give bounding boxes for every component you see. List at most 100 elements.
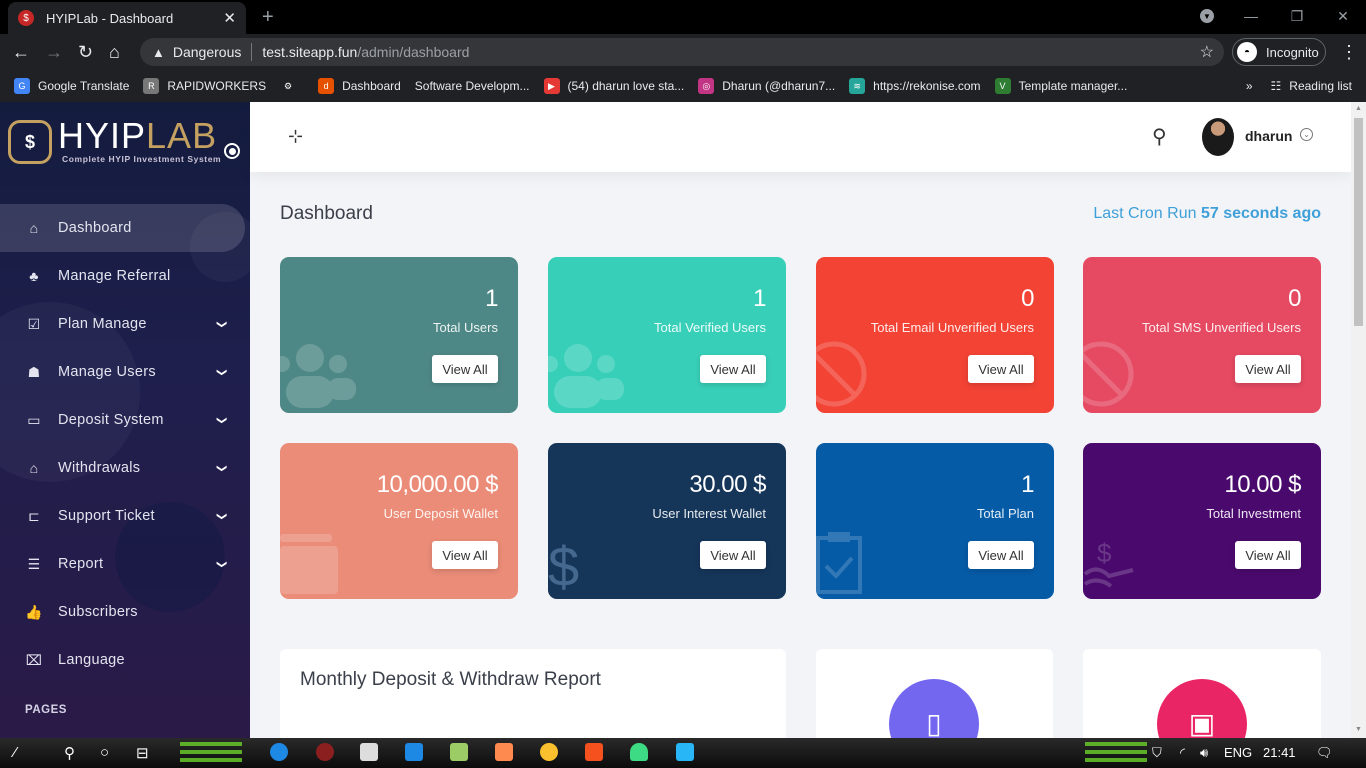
system-clock[interactable]: 21:41 — [1263, 745, 1296, 760]
incognito-profile-button[interactable]: ◓ Incognito — [1232, 38, 1326, 66]
notepad-icon[interactable] — [450, 743, 468, 761]
ticket-icon: ⊏ — [27, 507, 41, 524]
tab-title: HYIPLab - Dashboard — [46, 10, 174, 26]
bookmark-item[interactable]: ◎ Dharun (@dharun7... — [698, 78, 835, 94]
user-menu-chevron-icon[interactable]: ⌄ — [1300, 128, 1313, 141]
sidebar-item-report[interactable]: ☰ Report ❯ — [0, 540, 250, 588]
window-close-button[interactable]: ✕ — [1320, 0, 1366, 32]
reload-icon[interactable]: ↻ — [78, 42, 93, 62]
taskbar-search-icon[interactable]: ⚲ — [64, 744, 75, 762]
bookmark-item[interactable]: ⚙ — [280, 78, 304, 94]
stat-card-total-verified-users: 1 Total Verified Users View All — [548, 257, 786, 413]
bookmarks-overflow-icon[interactable]: » — [1246, 79, 1253, 93]
view-all-button[interactable]: View All — [700, 541, 766, 569]
wifi-icon[interactable]: ◜ — [1180, 745, 1185, 761]
cortana-icon[interactable]: ○ — [100, 744, 109, 761]
browser-menu-icon[interactable]: ⋮ — [1340, 42, 1358, 63]
ban-icon — [816, 338, 876, 413]
browser-tab-bar: $ HYIPLab - Dashboard ✕ + ▼ — ❐ ✕ — [0, 0, 1366, 34]
user-avatar[interactable] — [1202, 118, 1234, 156]
chevron-down-icon[interactable]: ❯ — [216, 416, 227, 425]
view-all-button[interactable]: View All — [1235, 541, 1301, 569]
app-icon[interactable] — [316, 743, 334, 761]
start-icon[interactable]: ⁄ — [14, 744, 17, 761]
chevron-down-icon[interactable]: ❯ — [216, 464, 227, 473]
view-all-button[interactable]: View All — [968, 541, 1034, 569]
chevron-down-icon[interactable]: ❯ — [216, 320, 227, 329]
sidebar-section-header: PAGES — [25, 704, 67, 716]
sidebar-item-dashboard[interactable]: ⌂ Dashboard — [0, 204, 245, 252]
xampp-icon[interactable] — [585, 743, 603, 761]
forward-icon[interactable]: → — [45, 42, 63, 62]
sidebar-item-deposit-system[interactable]: ▭ Deposit System ❯ — [0, 396, 250, 444]
chrome-icon[interactable] — [540, 743, 558, 761]
chevron-down-icon[interactable]: ❯ — [216, 560, 227, 569]
new-tab-button[interactable]: + — [262, 6, 274, 29]
view-all-button[interactable]: View All — [1235, 355, 1301, 383]
users-icon: ☗ — [27, 363, 41, 380]
chevron-down-icon[interactable]: ❯ — [216, 512, 227, 521]
android-studio-icon[interactable] — [630, 743, 648, 761]
restore-button[interactable]: ❐ — [1274, 0, 1320, 32]
sidebar-item-language[interactable]: ⌧ Language — [0, 636, 250, 684]
sidebar-menu: ⌂ Dashboard ♣ Manage Referral ☑ Plan Manage ❯ ☗… — [0, 204, 250, 684]
volume-icon[interactable]: 🔊︎ — [1200, 745, 1208, 761]
bookmark-favicon-icon: ≋ — [849, 78, 866, 94]
search-icon[interactable]: ⚲ — [1152, 124, 1167, 149]
app-icon[interactable] — [495, 743, 513, 761]
bookmark-item[interactable]: R RAPIDWORKERS — [143, 78, 266, 94]
store-icon[interactable] — [360, 743, 378, 761]
sidebar-item-plan-manage[interactable]: ☑ Plan Manage ❯ — [0, 300, 250, 348]
brand-logo[interactable]: $ HYIPLAB Complete HYIP Investment Syste… — [8, 118, 221, 164]
sidebar-item-manage-referral[interactable]: ♣ Manage Referral — [0, 252, 250, 300]
stat-value: 30.00 $ — [689, 471, 766, 498]
reading-list-icon[interactable]: ☷ — [1271, 79, 1282, 93]
browser-tab[interactable]: $ HYIPLab - Dashboard ✕ — [8, 2, 246, 34]
view-all-button[interactable]: View All — [968, 355, 1034, 383]
address-bar[interactable]: ▲ Dangerous test.siteapp.fun/admin/dashb… — [140, 38, 1224, 66]
bookmark-label: Dashboard — [342, 79, 401, 93]
scroll-up-icon[interactable]: ▲ — [1355, 105, 1362, 112]
bookmark-item[interactable]: Software Developm... — [415, 79, 530, 93]
bookmark-label: Google Translate — [38, 79, 130, 93]
view-all-button[interactable]: View All — [432, 355, 498, 383]
security-label[interactable]: Dangerous — [173, 44, 242, 60]
stat-card-user-interest-wallet: $30.00 $ User Interest Wallet View All — [548, 443, 786, 599]
page-scrollbar[interactable]: ▲ ▼ — [1351, 102, 1366, 738]
app-icon[interactable] — [676, 743, 694, 761]
task-view-icon[interactable]: ⊟ — [136, 744, 149, 762]
scrollbar-thumb[interactable] — [1354, 118, 1363, 326]
back-icon[interactable]: ← — [12, 42, 30, 62]
username-label[interactable]: dharun — [1245, 128, 1292, 144]
stat-value: 1 — [753, 285, 766, 312]
view-all-button[interactable]: View All — [700, 355, 766, 383]
rog-shield-icon[interactable]: ⛉ — [1152, 745, 1162, 761]
mail-icon[interactable] — [405, 743, 423, 761]
bookmark-label: https://rekonise.com — [873, 79, 981, 93]
notifications-icon[interactable]: 🗨︎ — [1316, 745, 1333, 761]
sidebar-item-withdrawals[interactable]: ⌂ Withdrawals ❯ — [0, 444, 250, 492]
sidebar-toggle-icon[interactable] — [224, 143, 240, 159]
sidebar-item-label: Report — [58, 556, 104, 572]
home-icon[interactable]: ⌂ — [109, 42, 120, 62]
fullscreen-collapse-icon[interactable]: ⊹ — [288, 126, 303, 147]
chevron-down-icon[interactable]: ❯ — [216, 368, 227, 377]
sidebar-item-manage-users[interactable]: ☗ Manage Users ❯ — [0, 348, 250, 396]
bookmark-item[interactable]: V Template manager... — [994, 78, 1127, 94]
bookmark-star-icon[interactable]: ☆ — [1200, 42, 1214, 62]
bookmark-item[interactable]: ▶ (54) dharun love sta... — [543, 78, 684, 94]
sidebar-item-support-ticket[interactable]: ⊏ Support Ticket ❯ — [0, 492, 250, 540]
minimize-button[interactable]: — — [1228, 0, 1274, 32]
bookmark-item[interactable]: G Google Translate — [14, 78, 129, 94]
bookmark-item[interactable]: d Dashboard — [318, 78, 401, 94]
bookmark-item[interactable]: ≋ https://rekonise.com — [849, 78, 981, 94]
bank-icon: ⌂ — [29, 460, 39, 476]
reading-list-button[interactable]: Reading list — [1289, 79, 1352, 93]
tab-close-icon[interactable]: ✕ — [223, 9, 236, 27]
scroll-down-icon[interactable]: ▼ — [1355, 726, 1362, 733]
input-language[interactable]: ENG — [1224, 745, 1252, 760]
view-all-button[interactable]: View All — [432, 541, 498, 569]
tab-search-icon[interactable]: ▼ — [1200, 9, 1214, 23]
sidebar-item-subscribers[interactable]: 👍 Subscribers — [0, 588, 250, 636]
edge-icon[interactable] — [270, 743, 288, 761]
